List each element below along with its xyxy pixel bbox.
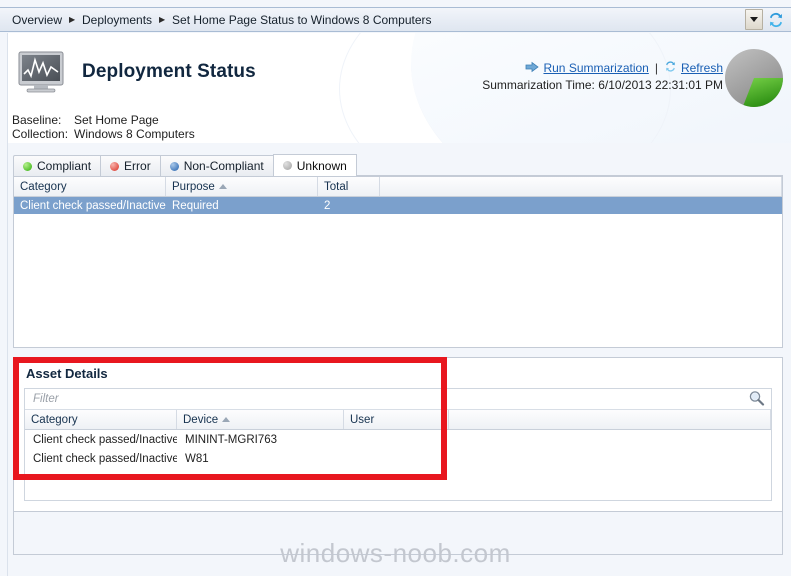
collection-row: Collection: Windows 8 Computers (12, 127, 195, 141)
asset-details-panel: Asset Details Category Device (13, 357, 783, 512)
tab-label: Non-Compliant (183, 159, 264, 173)
chevron-down-icon (750, 17, 758, 22)
table-row[interactable]: Client check passed/Inactive W81 (25, 449, 771, 468)
cell-device: MININT-MGRI763 (185, 433, 278, 446)
watermark: windows-noob.com (280, 538, 511, 568)
column-header-filler (380, 177, 782, 196)
column-header-device[interactable]: Device (177, 410, 344, 429)
tab-label: Compliant (37, 159, 92, 173)
summarization-time-value: 6/10/2013 22:31:01 PM (598, 78, 723, 92)
table-row[interactable]: Client check passed/Inactive Required 2 (14, 197, 782, 214)
summarization-time-label: Summarization Time: (482, 78, 595, 92)
cell-filler (449, 449, 771, 468)
column-header-purpose[interactable]: Purpose (166, 177, 318, 196)
column-header-filler (449, 410, 771, 429)
status-grid: Category Purpose Total Client check pass… (13, 176, 783, 348)
refresh-link[interactable]: Refresh (681, 61, 723, 75)
column-label: Total (324, 180, 349, 193)
summarization-time: Summarization Time: 6/10/2013 22:31:01 P… (482, 78, 723, 92)
collection-label: Collection: (12, 127, 69, 141)
tab-error[interactable]: Error (100, 155, 160, 176)
column-label: Device (183, 413, 219, 426)
column-label: Category (20, 180, 67, 193)
monitor-chart-icon (16, 50, 68, 94)
tab-non-compliant[interactable]: Non-Compliant (159, 155, 273, 176)
arrow-right-icon (525, 61, 540, 76)
cell-user (344, 449, 449, 468)
tab-label: Unknown (296, 158, 347, 173)
cell-category: Client check passed/Inactive (20, 199, 166, 212)
column-label: Purpose (172, 180, 215, 193)
refresh-icon[interactable] (767, 11, 785, 29)
filter-row (25, 389, 771, 410)
breadcrumb-item-current[interactable]: Set Home Page Status to Windows 8 Comput… (172, 13, 431, 27)
baseline-value: Set Home Page (74, 113, 159, 127)
header-actions: Run Summarization | Refresh Summarizatio… (482, 60, 723, 92)
status-tabs: Compliant Error Non-Compliant Unknown (13, 154, 783, 176)
status-dot-compliant (23, 161, 32, 171)
breadcrumb-dropdown-button[interactable] (745, 9, 763, 30)
tabstrip-filler (356, 154, 783, 176)
column-header-category[interactable]: Category (14, 177, 166, 196)
breadcrumb-item-overview[interactable]: Overview (12, 13, 62, 27)
left-rail (0, 33, 8, 576)
asset-details-grid: Category Device User Client check passed… (24, 388, 772, 501)
deployment-status-page: Overview ▶ Deployments ▶ Set Home Page S… (0, 0, 791, 576)
asset-details-title: Asset Details (26, 366, 108, 381)
breadcrumb-item-deployments[interactable]: Deployments (82, 13, 152, 27)
column-header-user[interactable]: User (344, 410, 449, 429)
breadcrumb-items: Overview ▶ Deployments ▶ Set Home Page S… (0, 13, 745, 27)
cell-category: Client check passed/Inactive (33, 433, 177, 446)
status-dot-non-compliant (169, 161, 179, 171)
baseline-label: Baseline: (12, 113, 62, 127)
breadcrumb-separator-icon: ▶ (158, 14, 166, 24)
search-icon[interactable] (748, 390, 765, 407)
cell-filler (380, 197, 782, 214)
cell-total: 2 (324, 199, 331, 212)
window-top-strip (0, 0, 791, 7)
header-action-links: Run Summarization | Refresh (482, 60, 723, 76)
filter-input[interactable] (25, 389, 735, 409)
table-row[interactable]: Client check passed/Inactive MININT-MGRI… (25, 430, 771, 449)
column-label: Category (31, 413, 78, 426)
column-header-category[interactable]: Category (25, 410, 177, 429)
baseline-row: Baseline: Set Home Page (12, 113, 195, 127)
asset-grid-header: Category Device User (25, 410, 771, 430)
column-label: User (350, 413, 375, 426)
breadcrumb: Overview ▶ Deployments ▶ Set Home Page S… (0, 7, 791, 32)
cell-category: Client check passed/Inactive (33, 452, 177, 465)
tab-unknown[interactable]: Unknown (272, 154, 357, 176)
cell-filler (449, 430, 771, 449)
action-separator: | (654, 61, 658, 75)
breadcrumb-tools (745, 9, 791, 30)
breadcrumb-separator-icon: ▶ (68, 14, 76, 24)
page-title-row: Deployment Status (16, 50, 256, 94)
collection-value: Windows 8 Computers (74, 127, 195, 141)
status-dot-error (110, 161, 120, 171)
status-grid-header: Category Purpose Total (14, 177, 782, 197)
status-dot-unknown (282, 161, 292, 170)
deployment-meta: Baseline: Set Home Page Collection: Wind… (12, 113, 195, 141)
tab-label: Error (124, 159, 151, 173)
tab-compliant[interactable]: Compliant (13, 155, 101, 176)
sort-ascending-icon (222, 417, 231, 422)
run-summarization-link[interactable]: Run Summarization (543, 61, 648, 75)
page-title: Deployment Status (82, 61, 256, 82)
cell-device: W81 (185, 452, 209, 465)
compliance-pie-chart (723, 47, 785, 109)
cell-user (344, 430, 449, 449)
sort-ascending-icon (218, 184, 227, 189)
cell-purpose: Required (172, 199, 219, 212)
page-header: Deployment Status Baseline: Set Home Pag… (8, 33, 791, 143)
refresh-icon (664, 60, 677, 76)
column-header-total[interactable]: Total (318, 177, 380, 196)
